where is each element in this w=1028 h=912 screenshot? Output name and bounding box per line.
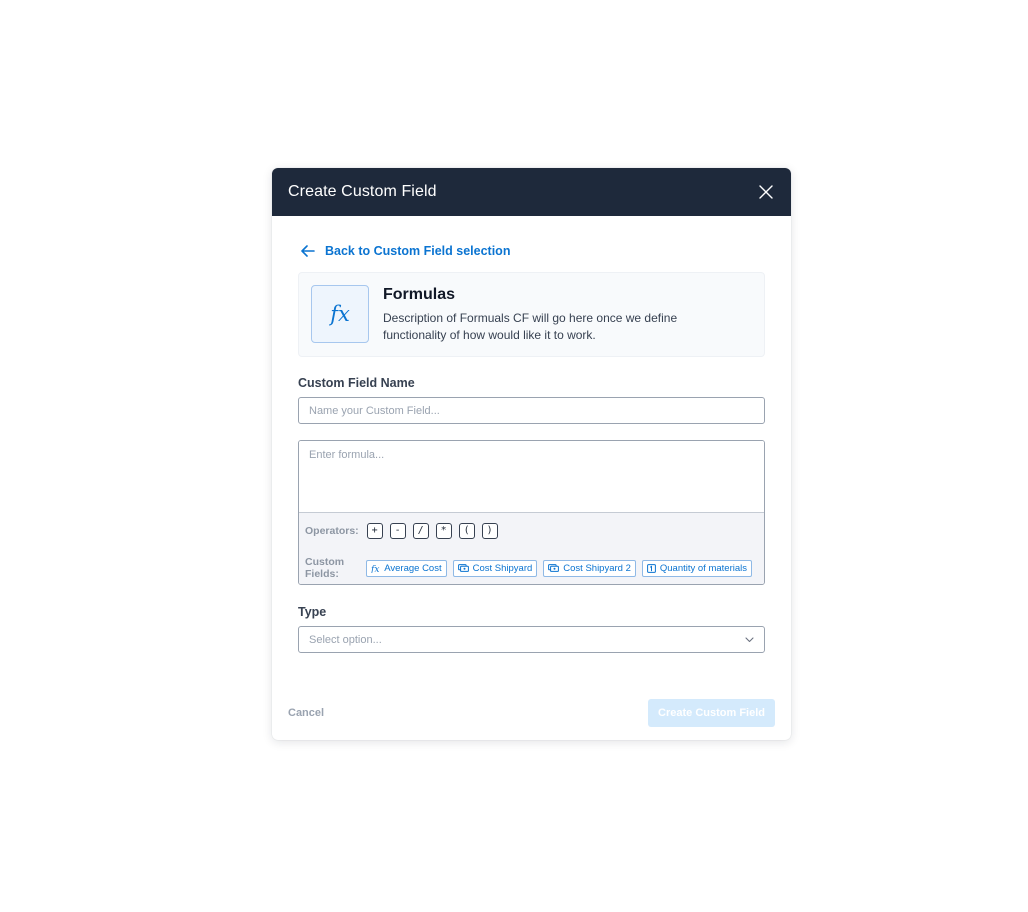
type-select[interactable]: Select option... — [298, 626, 765, 653]
type-select-placeholder: Select option... — [309, 633, 382, 646]
cancel-button[interactable]: Cancel — [288, 707, 324, 719]
close-icon — [759, 185, 773, 199]
formula-editor: Operators: + - / * ( ) Custom Fields: fx… — [298, 440, 765, 585]
back-link-label: Back to Custom Field selection — [325, 244, 511, 258]
arrow-left-icon — [301, 245, 315, 257]
chip-label: Cost Shipyard — [472, 562, 533, 574]
custom-fields-row: Custom Fields: fx Average Cost Cost Ship… — [305, 556, 758, 580]
custom-fields-label: Custom Fields: — [305, 556, 345, 580]
operator-minus-button[interactable]: - — [389, 523, 406, 539]
close-button[interactable] — [757, 183, 775, 201]
operator-open-paren-button[interactable]: ( — [458, 523, 475, 539]
custom-field-name-input[interactable] — [298, 397, 765, 424]
formula-input[interactable] — [299, 441, 764, 512]
modal-body: Back to Custom Field selection fx Formul… — [272, 216, 791, 653]
create-custom-field-button[interactable]: Create Custom Field — [648, 699, 775, 727]
chip-label: Quantity of materials — [659, 562, 747, 574]
svg-text:fx: fx — [371, 565, 379, 573]
back-to-selection-link[interactable]: Back to Custom Field selection — [301, 242, 765, 260]
modal-header: Create Custom Field — [272, 168, 791, 216]
custom-field-chip-cost-shipyard[interactable]: Cost Shipyard — [452, 559, 538, 577]
chip-label: Average Cost — [384, 562, 442, 574]
custom-field-name-label: Custom Field Name — [298, 376, 415, 390]
chip-label: Cost Shipyard 2 — [563, 562, 631, 574]
operator-divide-button[interactable]: / — [412, 523, 429, 539]
chevron-down-icon — [745, 636, 754, 642]
currency-icon — [457, 564, 469, 572]
number-icon — [646, 563, 656, 573]
fx-icon: fx — [330, 302, 350, 326]
modal-footer: Cancel Create Custom Field — [288, 699, 775, 727]
type-label: Type — [298, 605, 327, 619]
custom-field-chip-average-cost[interactable]: fx Average Cost — [366, 559, 447, 577]
currency-icon — [548, 564, 560, 572]
operator-multiply-button[interactable]: * — [435, 523, 452, 539]
operators-row: Operators: + - / * ( ) — [305, 522, 758, 540]
formula-type-tile: fx — [311, 285, 369, 343]
custom-field-chip-quantity-of-materials[interactable]: Quantity of materials — [641, 559, 752, 577]
info-description: Description of Formuals CF will go here … — [383, 311, 678, 342]
modal-title: Create Custom Field — [288, 183, 437, 200]
fx-icon: fx — [371, 564, 380, 573]
formula-info-card: fx Formulas Description of Formuals CF w… — [298, 272, 765, 357]
operators-label: Operators: — [305, 525, 359, 537]
operator-close-paren-button[interactable]: ) — [481, 523, 498, 539]
info-text: Formulas Description of Formuals CF will… — [383, 286, 703, 344]
operator-plus-button[interactable]: + — [366, 523, 383, 539]
formula-toolbar: Operators: + - / * ( ) Custom Fields: fx… — [299, 512, 764, 584]
create-custom-field-modal: Create Custom Field Back to Custom Field… — [272, 168, 791, 740]
custom-field-chip-cost-shipyard-2[interactable]: Cost Shipyard 2 — [543, 559, 636, 577]
info-title: Formulas — [383, 286, 456, 303]
